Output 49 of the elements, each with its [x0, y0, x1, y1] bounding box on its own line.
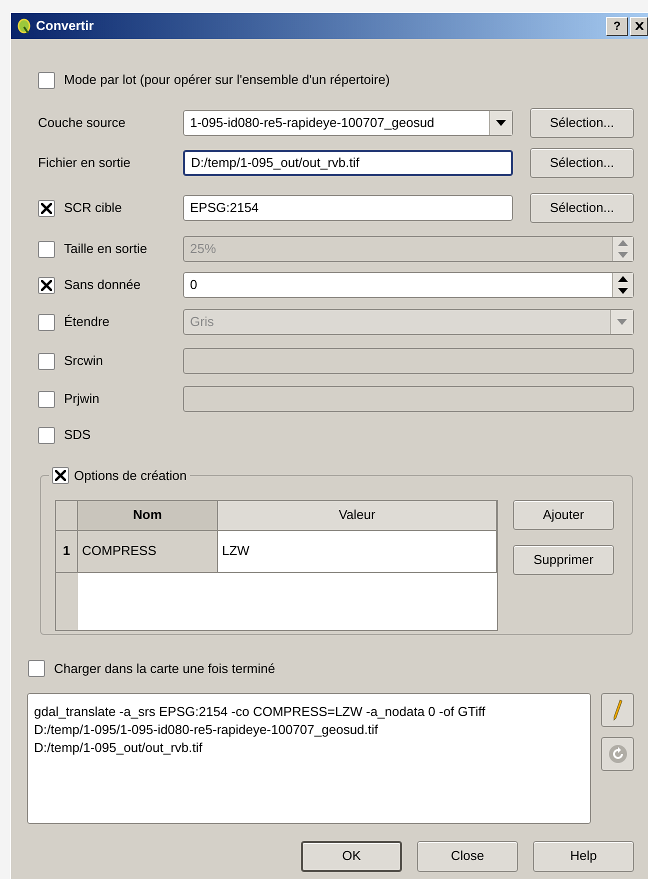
table-cell[interactable]: COMPRESS — [78, 530, 218, 572]
column-header[interactable]: Nom — [78, 500, 218, 530]
table-action-button[interactable]: Supprimer — [513, 544, 614, 574]
close-button[interactable] — [630, 16, 648, 36]
field-label: Taille en sortie — [64, 240, 148, 258]
field-label: Couche source — [38, 114, 126, 132]
dropdown-arrow-icon — [617, 319, 627, 325]
field-label: SDS — [64, 426, 91, 444]
dialog-button[interactable]: Help — [533, 840, 634, 872]
field-label: Étendre — [64, 313, 110, 332]
checkbox[interactable] — [38, 200, 55, 216]
checkbox-label: Charger dans la carte une fois terminé — [54, 660, 276, 678]
select-button[interactable]: Sélection... — [530, 108, 634, 138]
select-button[interactable]: Sélection... — [530, 193, 634, 223]
command-field[interactable]: gdal_translate -a_srs EPSG:2154 -co COMPRESS=LZW -a_nodata 0 -of GTiff D:/temp/1-095/1-095-id080-re5-rapideye-100707_geosud.tif D:/temp/1-095_out/out_rvb.tif — [27, 692, 591, 824]
row-number: 1 — [56, 530, 78, 572]
dialog-button[interactable]: Close — [417, 840, 518, 872]
checkbox[interactable] — [52, 467, 69, 484]
spin-box[interactable]: 0 — [183, 272, 634, 298]
table-action-button[interactable]: Ajouter — [513, 500, 614, 530]
field-label: SCR cible — [64, 199, 122, 218]
table-cell[interactable]: LZW — [218, 530, 497, 572]
group-title: Options de création — [74, 467, 187, 485]
pencil-icon — [612, 698, 622, 720]
column-header[interactable]: Valeur — [218, 500, 497, 530]
dialog-button[interactable]: OK — [301, 840, 402, 872]
field-label: Fichier en sortie — [38, 154, 130, 172]
help-button[interactable]: ? — [606, 16, 628, 36]
dropdown-arrow-icon — [496, 120, 506, 126]
edit-button[interactable] — [601, 692, 634, 726]
field-label: Sans donnée — [64, 276, 141, 294]
spin-down-icon[interactable] — [618, 288, 628, 294]
app-logo-icon — [17, 18, 31, 34]
text-field[interactable]: EPSG:2154 — [183, 195, 513, 221]
window-title: Convertir — [36, 17, 94, 36]
field-label: Mode par lot (pour opérer sur l'ensemble d'un répertoire) — [64, 71, 390, 90]
dropdown[interactable]: 1-095-id080-re5-rapideye-100707_geosud — [183, 110, 513, 136]
close-icon — [634, 22, 644, 30]
field-label: Srcwin — [64, 352, 104, 370]
spin-up-icon[interactable] — [618, 276, 628, 282]
checkbox[interactable] — [38, 426, 55, 444]
text-field[interactable]: D:/temp/1-095_out/out_rvb.tif — [183, 150, 513, 176]
checkbox[interactable] — [38, 72, 55, 88]
checkbox[interactable] — [38, 276, 55, 294]
checkbox[interactable] — [28, 660, 45, 678]
select-button[interactable]: Sélection... — [530, 148, 634, 178]
row-header-strip — [56, 572, 78, 630]
field-label: Prjwin — [64, 390, 100, 408]
reset-icon — [608, 744, 628, 764]
